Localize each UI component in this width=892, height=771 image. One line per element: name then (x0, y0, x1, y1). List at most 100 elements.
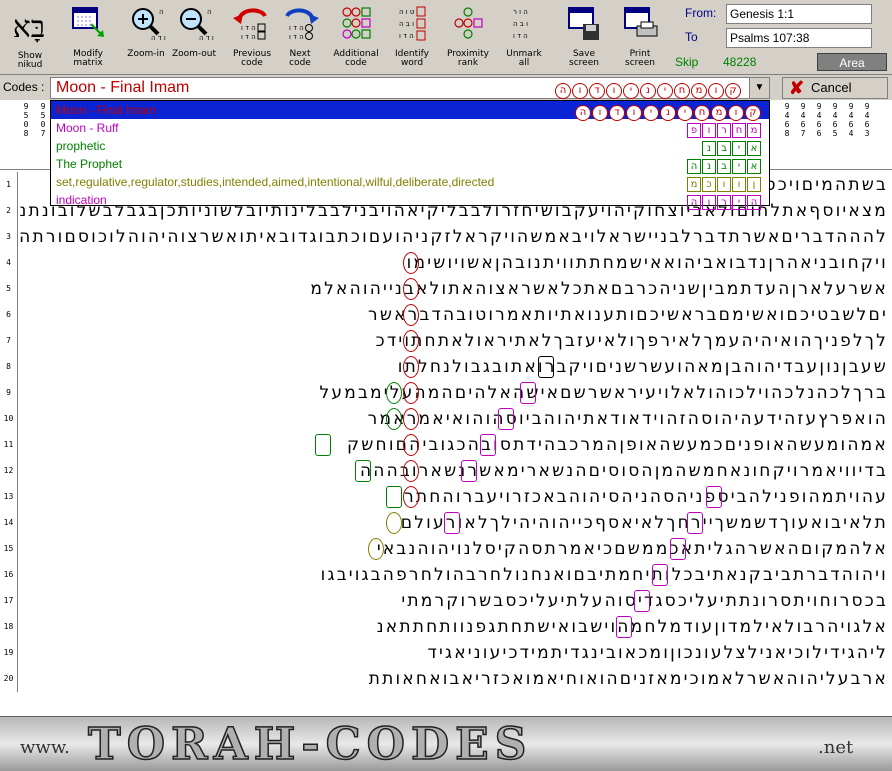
highlight-mark (403, 304, 419, 326)
highlight-mark (403, 408, 419, 430)
matrix-row[interactable]: ויהוהדברתביבקנאתיבכלותיחמתיבםואנחנולחרבה… (20, 562, 888, 588)
codes-selected-value: Moon - Final Imam (56, 79, 190, 96)
identify-word-icon: ט ו ה ו ב ה ה ד ו (399, 6, 426, 41)
matrix-row[interactable]: להההדבריםאשרתדברלבניישראלויבאמשהויקראלזק… (20, 224, 888, 250)
option-text: set,regulative,regulator,studies,intende… (56, 175, 495, 189)
dropdown-option[interactable]: indication הוריה (51, 191, 769, 210)
additional-code-button[interactable]: Additional code (328, 2, 384, 72)
code-letter: ו (732, 177, 746, 192)
code-letter: נ (640, 83, 656, 99)
dropdown-option[interactable]: Moon - Final Imam הודויניחמוק (51, 101, 769, 121)
to-field[interactable]: Psalms 107:38 (726, 28, 872, 48)
code-letter: כ (702, 177, 716, 192)
code-letter: ו (572, 83, 588, 99)
matrix-row[interactable]: ברךלכהנלכהוילכוהולאלויעיראשרשםאישהאלהיםה… (20, 380, 888, 406)
matrix-row[interactable]: שעבןנוןעבדיהוהבןמאהועשרשניםויקברואתובגבו… (20, 354, 888, 380)
proximity-rank-button[interactable]: Proximity rank (440, 2, 496, 72)
unmark-all-button[interactable]: ה ו ר ו ב ה ה ד ו Unmark all (496, 2, 552, 72)
code-letter: ו (606, 83, 622, 99)
highlight-mark (315, 434, 331, 456)
code-letter: מ (691, 83, 707, 99)
matrix-row[interactable]: ליהגידילוכיאנילצלעונכוןומכאובינגדיתמידכי… (20, 640, 888, 666)
option-text: Moon - Ruff (56, 121, 119, 135)
dropdown-option[interactable]: set,regulative,regulator,studies,intende… (51, 173, 769, 192)
highlight-mark (520, 382, 536, 404)
footer-brand-logo[interactable]: TORAH-CODES (87, 718, 532, 771)
zoom-out-button[interactable]: ה ו ד ה Zoom-out (166, 2, 222, 72)
from-field[interactable]: Genesis 1:1 (726, 4, 872, 24)
row-number: 2 (0, 198, 18, 224)
proximity-rank-label: Proximity rank (447, 49, 489, 68)
dropdown-option[interactable]: Moon - Ruff פורחמ (51, 119, 769, 138)
matrix-row[interactable]: לךלפניךהואיהיהעמךלאירפךולאיעזבךלאתיראולא… (20, 328, 888, 354)
option-letters: פורחמ (686, 120, 761, 138)
code-letter: ו (702, 123, 716, 138)
matrix-row[interactable]: הואפרץעזהידעהיהוסהזהוידאודאתיהוהביוסהוהו… (20, 406, 888, 432)
matrix-row[interactable]: אמהומעשהאופניםכמעשהאופןהמרכבהידתסובהכגוב… (20, 432, 888, 458)
matrix-row[interactable]: אשרעלארןהעדתמביןשניהכרבםאתכלאשראצוהאתולא… (20, 276, 888, 302)
highlight-mark (480, 434, 496, 456)
highlight-mark (403, 330, 419, 352)
option-text: Moon - Final Imam (56, 103, 157, 117)
highlight-mark (652, 564, 668, 586)
svg-text:ט ו ה: ט ו ה (399, 8, 415, 16)
matrix-row[interactable]: בדיוויאמרויקחונאחמשהמןהסוסיםהנשארימאשרנש… (20, 458, 888, 484)
row-number: 6 (0, 302, 18, 328)
row-number: 16 (0, 562, 18, 588)
option-letters: נביא (701, 138, 761, 156)
code-letter: י (623, 83, 639, 99)
option-letters: הוריה (686, 192, 761, 210)
code-letter: י (732, 141, 746, 156)
show-nikud-button[interactable]: Show nikud (2, 2, 58, 72)
code-letter: מ (747, 123, 761, 138)
matrix-row[interactable]: אלהמקוםהאשרהגליתאכממשםכיאמרתסהקיסלנויהוה… (20, 536, 888, 562)
row-number: 13 (0, 484, 18, 510)
show-nikud-label: Show nikud (17, 51, 43, 70)
matrix-row[interactable]: בכסרוחויתסרונתתיעליכסגדיסוהעלתיעליכסבשרו… (20, 588, 888, 614)
code-letter: ר (717, 195, 731, 210)
chevron-down-icon[interactable]: ▼ (749, 78, 769, 98)
dropdown-option[interactable]: prophetic נביא (51, 137, 769, 156)
matrix-row[interactable]: עהויתמהופנילהביספניהסהניהסיהוהבאכזרויעבר… (20, 484, 888, 510)
cancel-button[interactable]: ✘ Cancel (782, 77, 888, 99)
codes-select[interactable]: Moon - Final Imam הודויניחמוק ▼ (50, 77, 770, 99)
matrix-row[interactable]: אלגויהרבולאילמדוןעודמלחמהוישבואישתחתגפנו… (20, 614, 888, 640)
code-letter: י (732, 159, 746, 174)
identify-word-button[interactable]: ט ו ה ו ב ה ה ד ו Identify word (384, 2, 440, 72)
dropdown-option[interactable]: The Prophet הנביא (51, 155, 769, 174)
highlight-mark (634, 590, 650, 612)
code-letter: ן (747, 177, 761, 192)
highlight-mark (461, 460, 477, 482)
highlight-mark (444, 512, 460, 534)
row-number: 9 (0, 380, 18, 406)
save-screen-button[interactable]: Save screen (556, 2, 612, 72)
svg-text:ה ו ר: ה ו ר (513, 8, 528, 16)
highlight-mark (368, 538, 384, 560)
matrix-row[interactable]: ויקחובניאהרןנדבואביהואאישמחתתוויתנובהןאש… (20, 250, 888, 276)
save-screen-label: Save screen (569, 49, 599, 68)
print-screen-button[interactable]: Print screen (612, 2, 668, 72)
code-letter: ר (717, 123, 731, 138)
code-letter: נ (702, 159, 716, 174)
row-number: 18 (0, 614, 18, 640)
svg-text:ו ב ה: ו ב ה (513, 20, 528, 28)
area-button[interactable]: Area (817, 53, 887, 71)
app-window: בָּא Show nikud Modify matrix ה ו ד ה Zo… (0, 0, 892, 771)
highlight-mark (403, 460, 419, 482)
option-letters: מכוון (686, 174, 761, 192)
matrix-row[interactable]: יםלשבטיכםואשימםבראשיכםותענואתיותאמרוטובה… (20, 302, 888, 328)
codes-row: Codes : Moon - Final Imam הודויניחמוק ▼ … (0, 76, 892, 100)
option-text: prophetic (56, 139, 106, 153)
highlight-mark (538, 356, 554, 378)
matrix-row[interactable]: ארבעליהוהאשרלאמוכימאזניםהואוחיאמואכזריאב… (20, 666, 888, 692)
range-panel: From: Genesis 1:1 To Psalms 107:38 (673, 3, 890, 51)
identify-word-label: Identify word (395, 49, 429, 68)
row-number: 14 (0, 510, 18, 536)
modify-matrix-button[interactable]: Modify matrix (60, 2, 116, 72)
highlight-mark (670, 538, 686, 560)
codes-label: Codes : (3, 80, 45, 94)
unmark-icon: ה ו ר ו ב ה ה ד ו (513, 8, 528, 40)
highlight-mark (403, 252, 419, 274)
next-code-button[interactable]: ה ד וה ד ו Next code (272, 2, 328, 72)
code-letter: ה (555, 83, 571, 99)
